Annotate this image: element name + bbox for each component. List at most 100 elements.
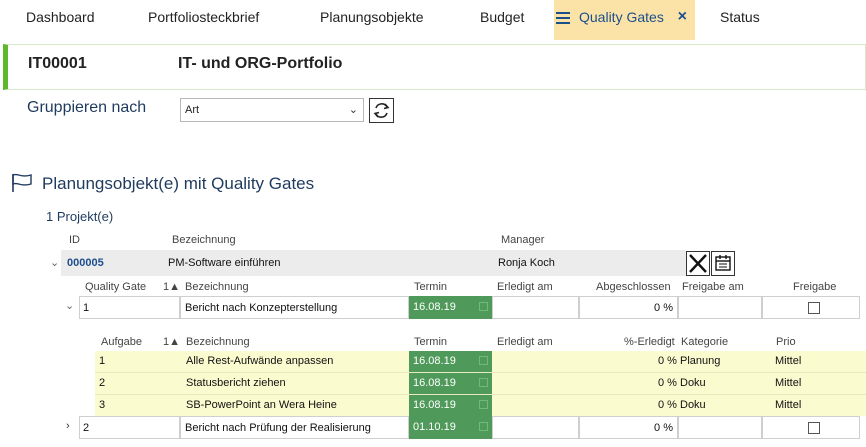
gate-release-on-cell[interactable] <box>678 416 762 439</box>
date-picker-icon[interactable] <box>479 422 488 431</box>
refresh-button[interactable] <box>369 98 394 123</box>
gate-number: 2 <box>83 422 90 434</box>
collapse-chevron-icon[interactable]: ⌄ <box>65 299 74 312</box>
sort-asc-icon[interactable]: 1▲ <box>163 336 180 348</box>
col-header-freigabe-am: Freigabe am <box>682 281 744 293</box>
gate-number-cell: 1 <box>79 296 180 319</box>
date-picker-icon[interactable] <box>479 400 488 409</box>
gate-done-cell[interactable] <box>492 416 579 439</box>
task-pct: 0 % <box>658 377 677 389</box>
tab-status[interactable]: Status <box>720 0 760 40</box>
col-header-abgeschlossen: Abgeschlossen <box>596 281 671 293</box>
release-checkbox[interactable] <box>808 422 820 434</box>
task-number: 2 <box>99 377 106 389</box>
task-termin-value: 16.08.19 <box>413 377 456 389</box>
gate-termin[interactable]: 01.10.19 <box>409 416 492 439</box>
col-header-freigabe: Freigabe <box>793 281 837 293</box>
col-header-task-erledigt-am: Erledigt am <box>497 336 553 348</box>
tab-dashboard[interactable]: Dashboard <box>26 0 95 40</box>
col-header-gate-bezeichnung: Bezeichnung <box>185 281 249 293</box>
gate-closed-value: 0 % <box>654 422 673 434</box>
gate-name-cell[interactable]: Bericht nach Konzepterstellung <box>180 296 409 319</box>
task-number: 3 <box>99 399 106 411</box>
gate-release-cell <box>762 416 860 439</box>
portfolio-header: IT00001 IT- und ORG-Portfolio <box>3 44 866 90</box>
calendar-icon <box>715 255 731 271</box>
col-header-aufgabe: Aufgabe <box>101 336 142 348</box>
portfolio-id: IT00001 <box>28 55 87 72</box>
gate-closed-cell: 0 % <box>579 416 678 439</box>
tab-quality-gates[interactable]: Quality Gates × <box>554 0 695 40</box>
task-termin-value: 16.08.19 <box>413 399 456 411</box>
tab-portfoliosteckbrief[interactable]: Portfoliosteckbrief <box>148 0 259 40</box>
refresh-icon <box>373 103 390 118</box>
tab-planungsobjekte[interactable]: Planungsobjekte <box>320 0 424 40</box>
gate-name: Bericht nach Prüfung der Realisierung <box>185 422 371 434</box>
col-header-kategorie: Kategorie <box>681 336 729 348</box>
portfolio-title: IT- und ORG-Portfolio <box>178 55 343 72</box>
tab-budget[interactable]: Budget <box>480 0 524 40</box>
gate-release-cell <box>762 296 860 319</box>
task-prio: Mittel <box>775 377 802 389</box>
tab-bar: Dashboard Portfoliosteckbrief Planungsob… <box>0 0 866 40</box>
col-header-task-bezeichnung: Bezeichnung <box>186 336 250 348</box>
task-pct: 0 % <box>658 399 677 411</box>
section-title: Planungsobjekt(e) mit Quality Gates <box>42 174 315 193</box>
task-termin[interactable]: 16.08.19 <box>409 395 492 416</box>
task-category: Planung <box>680 355 721 367</box>
group-by-select[interactable]: Art ⌄ <box>180 98 364 122</box>
collapse-chevron-icon[interactable]: ⌄ <box>50 256 59 269</box>
task-number: 1 <box>99 355 106 367</box>
expand-chevron-icon[interactable]: › <box>66 420 70 432</box>
release-checkbox[interactable] <box>808 302 820 314</box>
sort-asc-icon[interactable]: 1▲ <box>163 281 180 293</box>
col-header-pct-erledigt: %-Erledigt <box>624 336 675 348</box>
close-x-icon <box>689 254 707 273</box>
gate-done-cell[interactable] <box>492 296 579 319</box>
col-header-quality-gate: Quality Gate <box>85 281 147 293</box>
gate-number: 1 <box>83 302 90 314</box>
col-header-termin: Termin <box>414 281 448 293</box>
date-picker-icon[interactable] <box>479 378 488 387</box>
project-count: 1 Projekt(e) <box>46 209 114 224</box>
close-icon[interactable]: × <box>678 0 687 34</box>
task-termin[interactable]: 16.08.19 <box>409 373 492 394</box>
col-header-bezeichnung: Bezeichnung <box>172 234 236 246</box>
flag-icon <box>12 173 32 192</box>
project-id-link[interactable]: 000005 <box>67 257 104 269</box>
project-name: PM-Software einführen <box>168 257 281 269</box>
date-picker-icon[interactable] <box>479 356 488 365</box>
col-header-task-termin: Termin <box>414 336 448 348</box>
gate-termin[interactable]: 16.08.19 <box>409 296 492 319</box>
col-header-erledigt-am: Erledigt am <box>497 281 553 293</box>
menu-icon[interactable] <box>556 12 570 24</box>
task-termin[interactable]: 16.08.19 <box>409 351 492 372</box>
project-row[interactable] <box>61 250 686 276</box>
task-prio: Mittel <box>775 355 802 367</box>
gate-name: Bericht nach Konzepterstellung <box>185 302 338 314</box>
tab-quality-gates-label: Quality Gates <box>579 9 664 25</box>
gate-release-on-cell[interactable] <box>678 296 762 319</box>
col-header-prio: Prio <box>776 336 796 348</box>
task-category: Doku <box>680 377 706 389</box>
task-name: SB-PowerPoint an Wera Heine <box>186 399 337 411</box>
gate-closed-cell: 0 % <box>579 296 678 319</box>
date-picker-icon[interactable] <box>479 302 488 311</box>
gate-closed-value: 0 % <box>654 302 673 314</box>
delete-button[interactable] <box>686 251 710 276</box>
task-name: Alle Rest-Aufwände anpassen <box>186 355 334 367</box>
gate-name-cell[interactable]: Bericht nach Prüfung der Realisierung <box>180 416 409 439</box>
project-manager: Ronja Koch <box>498 257 555 269</box>
calendar-button[interactable] <box>711 251 735 276</box>
task-termin-value: 16.08.19 <box>413 355 456 367</box>
group-by-value: Art <box>185 104 200 116</box>
task-name: Statusbericht ziehen <box>186 377 286 389</box>
gate-termin-value: 01.10.19 <box>413 421 456 433</box>
task-prio: Mittel <box>775 399 802 411</box>
chevron-down-icon: ⌄ <box>348 104 358 116</box>
task-pct: 0 % <box>658 355 677 367</box>
gate-termin-value: 16.08.19 <box>413 301 456 313</box>
task-category: Doku <box>680 399 706 411</box>
col-header-id: ID <box>69 234 80 246</box>
gate-number-cell: 2 <box>79 416 180 439</box>
